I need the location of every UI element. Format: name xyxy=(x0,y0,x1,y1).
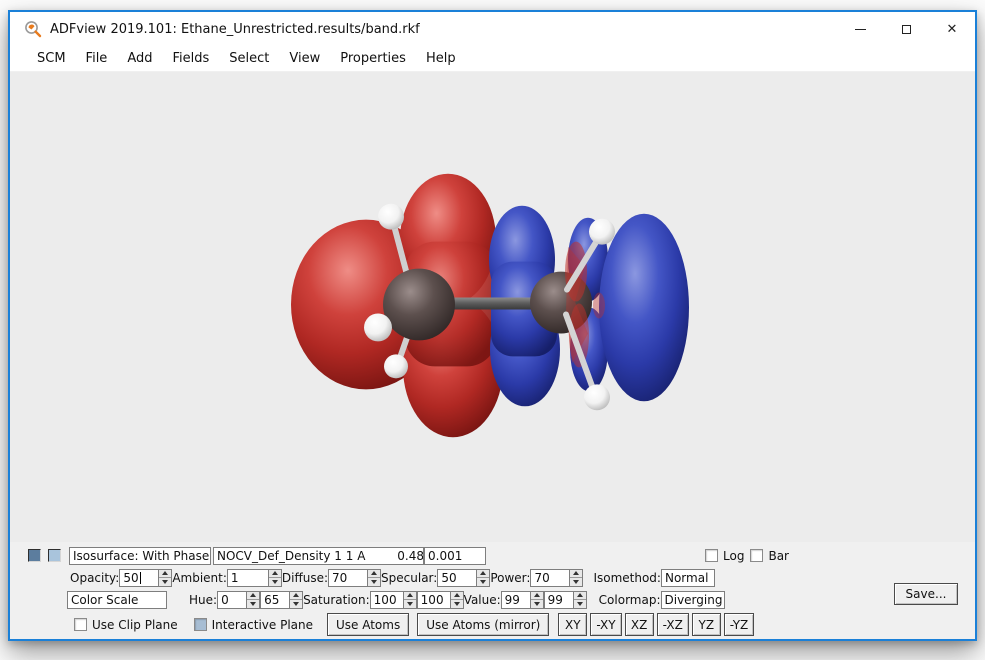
opacity-input[interactable]: 50 xyxy=(119,569,159,587)
text-cursor xyxy=(140,572,141,584)
specular-label: Specular: xyxy=(381,571,437,585)
shading-row: Opacity: 50 Ambient: 1 Diffuse: 70 Specu… xyxy=(70,568,975,587)
adfview-app-icon xyxy=(24,20,42,38)
plane-neg-xz-button[interactable]: -XZ xyxy=(657,613,689,636)
title-bar[interactable]: ADFview 2019.101: Ethane_Unrestricted.re… xyxy=(10,12,975,46)
saturation-end-stepper[interactable] xyxy=(450,591,464,609)
clip-plane-row: Use Clip Plane Interactive Plane Use Ato… xyxy=(74,613,975,636)
menu-view[interactable]: View xyxy=(279,47,330,70)
minimize-icon xyxy=(855,29,866,30)
value-start-stepper[interactable] xyxy=(530,591,544,609)
app-window: ADFview 2019.101: Ethane_Unrestricted.re… xyxy=(8,10,977,641)
ambient-label: Ambient: xyxy=(172,571,227,585)
hue-label: Hue: xyxy=(189,593,217,607)
log-checkbox[interactable] xyxy=(705,549,718,562)
colormap-label: Colormap: xyxy=(599,593,661,607)
log-label: Log xyxy=(723,549,744,563)
plane-xz-button[interactable]: XZ xyxy=(625,613,654,636)
menu-bar: SCM File Add Fields Select View Properti… xyxy=(10,46,975,72)
maximize-icon xyxy=(902,25,911,34)
menu-help[interactable]: Help xyxy=(416,47,466,70)
use-clip-plane-label: Use Clip Plane xyxy=(92,618,178,632)
color-row: Color Scale Hue: 0 65 Saturation: 100 10… xyxy=(67,590,975,609)
diffuse-stepper[interactable] xyxy=(367,569,381,587)
bar-checkbox[interactable] xyxy=(750,549,763,562)
field-name-dropdown[interactable]: NOCV_Def_Density 1 1 A 0.48 xyxy=(213,547,424,565)
use-atoms-button[interactable]: Use Atoms xyxy=(327,613,409,636)
control-panel: Isosurface: With Phase NOCV_Def_Density … xyxy=(10,542,975,639)
hue-start-stepper[interactable] xyxy=(246,591,260,609)
ambient-stepper[interactable] xyxy=(268,569,282,587)
isomethod-label: Isomethod: xyxy=(593,571,661,585)
hue-start-input[interactable]: 0 xyxy=(217,591,247,609)
hue-end-input[interactable]: 65 xyxy=(260,591,290,609)
color-scale-dropdown[interactable]: Color Scale xyxy=(67,591,167,609)
field-color-toggle-light[interactable] xyxy=(48,549,61,562)
value-label: Value: xyxy=(464,593,501,607)
menu-properties[interactable]: Properties xyxy=(330,47,416,70)
menu-select[interactable]: Select xyxy=(219,47,279,70)
value-end-input[interactable]: 99 xyxy=(544,591,574,609)
menu-fields[interactable]: Fields xyxy=(162,47,219,70)
carbon-atom-left xyxy=(383,269,455,341)
diffuse-label: Diffuse: xyxy=(282,571,328,585)
value-start-input[interactable]: 99 xyxy=(501,591,531,609)
hue-end-stepper[interactable] xyxy=(289,591,303,609)
isomethod-dropdown[interactable]: Normal xyxy=(661,569,715,587)
saturation-end-input[interactable]: 100 xyxy=(417,591,451,609)
diffuse-input[interactable]: 70 xyxy=(328,569,368,587)
close-button[interactable]: ✕ xyxy=(929,12,975,46)
opacity-stepper[interactable] xyxy=(158,569,172,587)
power-label: Power: xyxy=(490,571,530,585)
plane-xy-button[interactable]: XY xyxy=(558,613,587,636)
opacity-label: Opacity: xyxy=(70,571,119,585)
interactive-plane-label: Interactive Plane xyxy=(212,618,313,632)
save-button[interactable]: Save... xyxy=(894,583,958,605)
saturation-start-stepper[interactable] xyxy=(403,591,417,609)
close-icon: ✕ xyxy=(947,22,958,37)
specular-stepper[interactable] xyxy=(476,569,490,587)
specular-input[interactable]: 50 xyxy=(437,569,477,587)
use-atoms-mirror-button[interactable]: Use Atoms (mirror) xyxy=(417,613,549,636)
interactive-plane-checkbox[interactable] xyxy=(194,618,207,631)
plane-neg-yz-button[interactable]: -YZ xyxy=(724,613,754,636)
menu-scm[interactable]: SCM xyxy=(27,47,76,70)
field-color-toggle-dark[interactable] xyxy=(28,549,41,562)
field-max-value: 0.48 xyxy=(397,549,424,563)
power-stepper[interactable] xyxy=(569,569,583,587)
isosurface-row: Isosurface: With Phase NOCV_Def_Density … xyxy=(28,546,975,565)
menu-add[interactable]: Add xyxy=(117,47,162,70)
colormap-dropdown[interactable]: Diverging xyxy=(661,591,725,609)
saturation-label: Saturation: xyxy=(303,593,370,607)
ambient-input[interactable]: 1 xyxy=(227,569,269,587)
molecule-render xyxy=(10,72,975,542)
maximize-button[interactable] xyxy=(883,12,929,46)
minimize-button[interactable] xyxy=(837,12,883,46)
window-title: ADFview 2019.101: Ethane_Unrestricted.re… xyxy=(50,22,420,37)
saturation-start-input[interactable]: 100 xyxy=(370,591,404,609)
power-input[interactable]: 70 xyxy=(530,569,570,587)
value-end-stepper[interactable] xyxy=(573,591,587,609)
use-clip-plane-checkbox[interactable] xyxy=(74,618,87,631)
plane-yz-button[interactable]: YZ xyxy=(692,613,721,636)
molecule-viewport[interactable] xyxy=(10,72,975,542)
isosurface-type-dropdown[interactable]: Isosurface: With Phase xyxy=(69,547,211,565)
isovalue-input[interactable]: 0.001 xyxy=(424,547,486,565)
menu-file[interactable]: File xyxy=(76,47,118,70)
bar-label: Bar xyxy=(768,549,789,563)
plane-neg-xy-button[interactable]: -XY xyxy=(590,613,621,636)
